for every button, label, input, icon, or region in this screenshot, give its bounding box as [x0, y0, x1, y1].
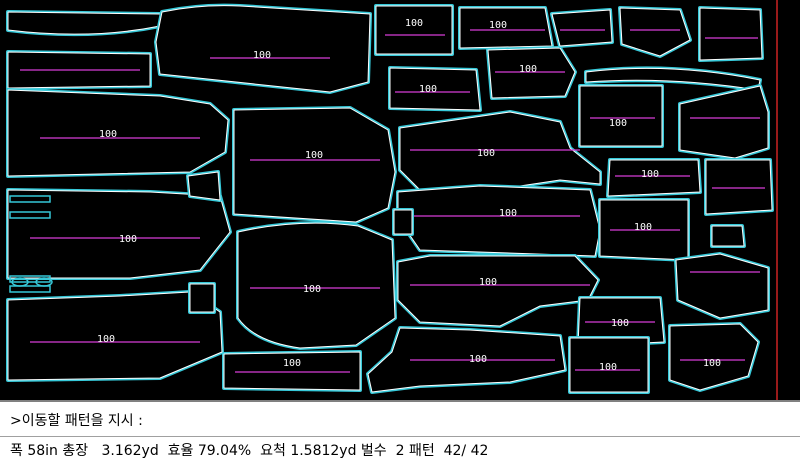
piece-cutline [7, 89, 229, 177]
pattern-piece[interactable] [674, 252, 770, 320]
piece-label: 100 [599, 362, 617, 373]
pattern-piece[interactable]: 100 [486, 46, 577, 100]
pattern-piece[interactable] [6, 50, 152, 90]
pattern-piece[interactable] [550, 8, 614, 48]
pattern-piece[interactable]: 100 [374, 4, 454, 56]
pattern-piece[interactable]: 100 [668, 322, 760, 392]
pattern-piece[interactable]: 100 [388, 66, 482, 112]
pattern-piece[interactable]: 100 [568, 336, 650, 394]
piece-cutline [397, 255, 599, 327]
piece-label: 100 [489, 20, 507, 31]
piece-label: 100 [479, 277, 497, 288]
piece-label: 100 [519, 64, 537, 75]
piece-cutline [393, 209, 413, 235]
pattern-piece[interactable]: 100 [396, 254, 600, 328]
piece-cutline [675, 253, 769, 319]
pattern-piece[interactable]: 100 [606, 158, 702, 198]
pattern-piece[interactable]: 100 [366, 326, 567, 394]
piece-label: 100 [283, 358, 301, 369]
pattern-piece[interactable] [6, 10, 162, 37]
pattern-piece[interactable]: 100 [6, 88, 230, 178]
piece-label: 100 [119, 234, 137, 245]
marker-layout[interactable]: 100 100 100 100 100 100 100 100 100 100 100 100 100 1… [0, 0, 800, 400]
piece-label: 100 [609, 118, 627, 129]
piece-cutline [155, 5, 371, 93]
piece-cutline [551, 9, 613, 47]
pattern-piece[interactable] [188, 282, 216, 314]
piece-cutline [619, 7, 691, 57]
piece-label: 100 [419, 84, 437, 95]
mini-piece[interactable] [9, 285, 51, 293]
piece-label: 100 [703, 358, 721, 369]
piece-label: 100 [303, 284, 321, 295]
piece-cutline [711, 225, 745, 247]
status-bar: 폭 58in 총장 3.162yd 효율 79.04% 요척 1.5812yd … [0, 436, 800, 461]
pattern-piece[interactable]: 100 [398, 110, 602, 192]
command-prompt: >이동할 패턴을 지시 : [10, 413, 143, 429]
pattern-piece[interactable]: 100 [6, 188, 232, 280]
command-bar[interactable]: >이동할 패턴을 지시 : [0, 400, 800, 436]
piece-cutline [397, 185, 601, 257]
piece-cutline [375, 5, 453, 55]
piece-cutline [187, 171, 221, 201]
pattern-piece[interactable]: 100 [598, 198, 690, 262]
pattern-piece[interactable]: 100 [458, 6, 554, 50]
marker-canvas[interactable]: 100 100 100 100 100 100 100 100 100 100 100 100 100 1… [0, 0, 800, 400]
piece-label: 100 [641, 169, 659, 180]
marker-app: 100 100 100 100 100 100 100 100 100 100 100 100 100 1… [0, 0, 800, 461]
pattern-piece[interactable]: 100 [578, 84, 664, 148]
pattern-piece[interactable] [678, 84, 770, 160]
pattern-piece[interactable]: 100 [232, 106, 397, 224]
pattern-piece[interactable] [698, 6, 764, 62]
piece-cutline [579, 85, 663, 147]
pattern-piece[interactable] [186, 170, 222, 202]
piece-label: 100 [99, 129, 117, 140]
pattern-piece[interactable]: 100 [396, 184, 602, 258]
piece-cutline [669, 323, 759, 391]
piece-label: 100 [469, 354, 487, 365]
pattern-piece[interactable]: 100 [154, 3, 372, 94]
piece-label: 100 [253, 50, 271, 61]
pattern-piece[interactable] [392, 208, 414, 236]
marker-status-text: 폭 58in 총장 3.162yd 효율 79.04% 요척 1.5812yd … [10, 443, 489, 459]
piece-cutline [679, 85, 769, 159]
piece-label: 100 [499, 208, 517, 219]
pattern-piece[interactable] [704, 158, 774, 216]
piece-label: 100 [634, 222, 652, 233]
piece-cutline [399, 111, 601, 191]
piece-cutline [233, 107, 396, 223]
pattern-piece[interactable] [710, 224, 746, 248]
pattern-piece[interactable]: 100 [236, 221, 397, 350]
piece-label: 100 [405, 18, 423, 29]
piece-cutline [705, 159, 773, 215]
pattern-piece[interactable] [618, 6, 692, 58]
piece-label: 100 [305, 150, 323, 161]
piece-label: 100 [477, 148, 495, 159]
piece-cutline [189, 283, 215, 313]
piece-label: 100 [611, 318, 629, 329]
pattern-piece[interactable]: 100 [222, 350, 362, 392]
piece-cutline [699, 7, 763, 61]
piece-label: 100 [97, 334, 115, 345]
